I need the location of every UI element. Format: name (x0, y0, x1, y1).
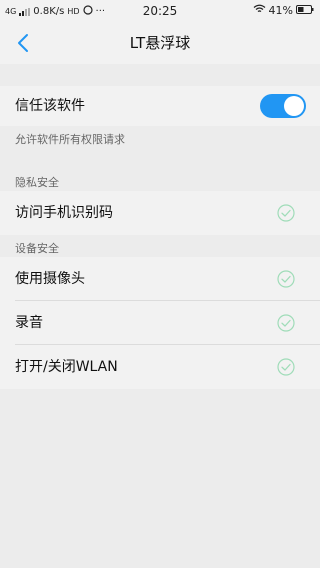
check-circle-icon[interactable] (277, 358, 295, 376)
back-button[interactable] (10, 30, 36, 56)
chevron-left-icon (18, 34, 28, 52)
page-title: LT悬浮球 (129, 34, 191, 52)
battery-icon (296, 4, 314, 17)
trust-toggle[interactable] (260, 94, 306, 118)
camera-label: 使用摄像头 (15, 271, 85, 287)
list-item-recording[interactable]: 录音 (0, 301, 320, 345)
check-circle-icon[interactable] (277, 270, 295, 288)
trust-hint: 允许软件所有权限请求 (15, 133, 125, 146)
device-id-label: 访问手机识别码 (15, 205, 113, 221)
battery-percent: 41% (268, 4, 293, 17)
list-item-camera[interactable]: 使用摄像头 (0, 257, 320, 301)
device-header: 设备安全 (15, 242, 59, 255)
check-circle-icon[interactable] (277, 314, 295, 332)
privacy-header: 隐私安全 (15, 176, 59, 189)
check-circle-icon[interactable] (277, 204, 295, 222)
list-item-device-id[interactable]: 访问手机识别码 (0, 191, 320, 235)
recording-label: 录音 (15, 315, 43, 331)
nav-bar: LT悬浮球 (0, 22, 320, 64)
toggle-knob (284, 96, 304, 116)
wlan-label: 打开/关闭WLAN (15, 359, 118, 375)
status-bar: 4G 0.8K/s HD ··· 20:25 41% (0, 0, 320, 22)
trust-row[interactable]: 信任该软件 (0, 86, 320, 126)
status-right: 41% (253, 4, 314, 17)
list-item-wlan[interactable]: 打开/关闭WLAN (0, 345, 320, 389)
trust-label: 信任该软件 (15, 98, 85, 114)
wifi-icon (253, 4, 266, 17)
